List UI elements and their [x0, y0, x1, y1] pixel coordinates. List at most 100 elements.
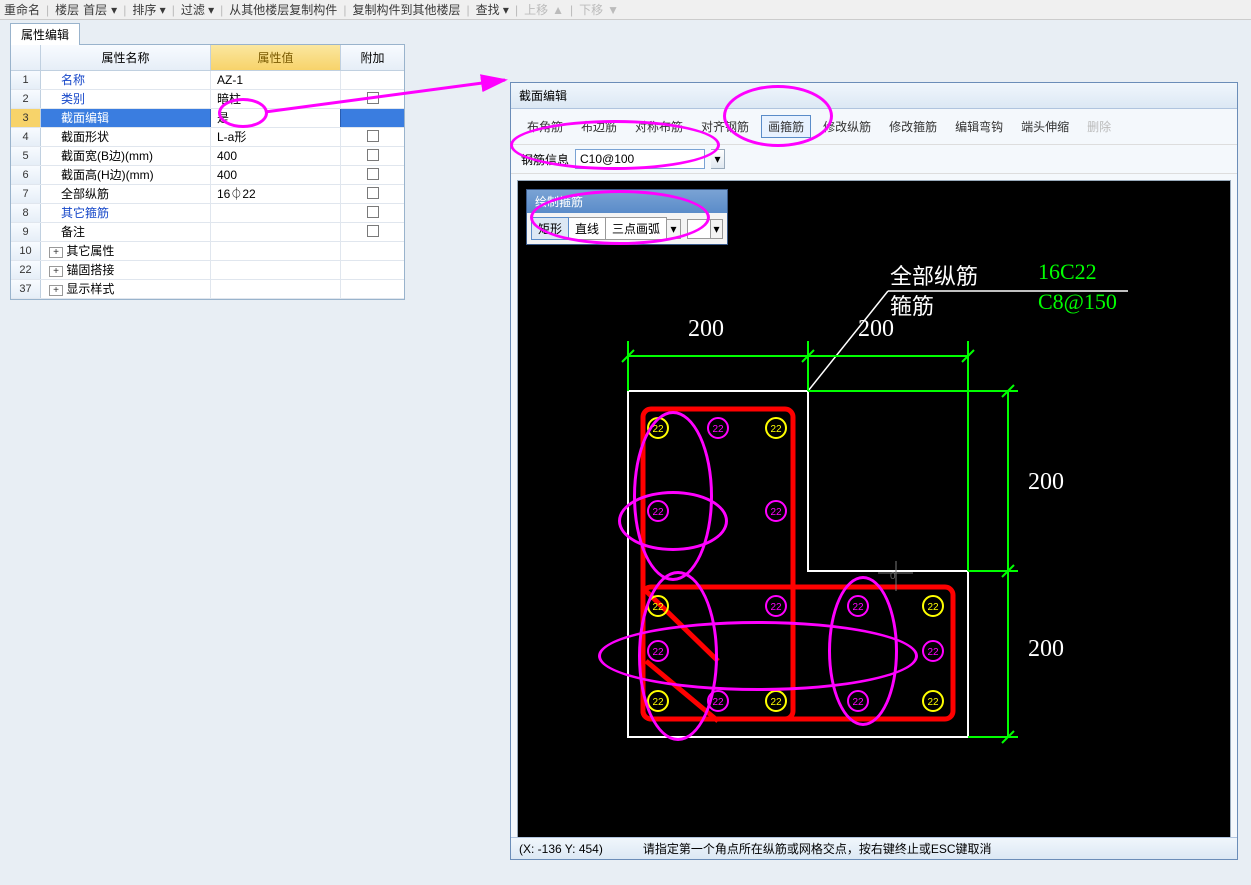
status-hint: 请指定第一个角点所在纵筋或网格交点，按右键终止或ESC键取消 — [643, 840, 992, 857]
tool-align-bar[interactable]: 对齐钢筋 — [695, 116, 755, 137]
property-row[interactable]: 8 其它箍筋 — [11, 204, 404, 223]
dim-top-2: 200 — [858, 316, 894, 343]
extra-check[interactable] — [367, 225, 379, 237]
rebar-info-dd[interactable]: ▾ — [711, 149, 725, 169]
canvas-val-longbar: 16C22 — [1038, 259, 1097, 285]
prop-name: 其它箍筋 — [41, 204, 211, 222]
prop-value[interactable]: L-a形 — [211, 128, 341, 146]
prop-name: + 显示样式 — [41, 280, 211, 298]
copy-to-btn[interactable]: 复制构件到其他楼层 — [352, 1, 460, 18]
extra-check[interactable] — [367, 149, 379, 161]
svg-text:22: 22 — [927, 647, 939, 658]
section-svg: 22222222222222222222222222222222 0 — [518, 181, 1234, 847]
prop-value[interactable]: 400 — [211, 147, 341, 165]
prop-value[interactable]: 400 — [211, 166, 341, 184]
property-row[interactable]: 1 名称AZ-1 — [11, 71, 404, 90]
prop-name: 备注 — [41, 223, 211, 241]
svg-text:22: 22 — [652, 602, 664, 613]
property-row[interactable]: 2 类别暗柱 — [11, 90, 404, 109]
tool-draw-stirrup[interactable]: 画箍筋 — [761, 115, 811, 138]
col-extra[interactable]: 附加 — [341, 45, 404, 70]
floor-select[interactable]: 首层 — [83, 1, 107, 18]
section-canvas[interactable]: 绘制箍筋 矩形 直线 三点画弧 ▾ ▾ 22222222222222222222… — [517, 180, 1231, 848]
prop-value[interactable]: 16⏀22 — [211, 185, 341, 203]
section-editor-panel: 截面编辑 布角筋 布边筋 对称布筋 对齐钢筋 画箍筋 修改纵筋 修改箍筋 编辑弯… — [510, 82, 1238, 860]
tool-edge-bar[interactable]: 布边筋 — [575, 116, 623, 137]
prop-name: + 锚固搭接 — [41, 261, 211, 279]
tool-mod-long[interactable]: 修改纵筋 — [817, 116, 877, 137]
tool-edit-hook[interactable]: 编辑弯钩 — [949, 116, 1009, 137]
dim-right-2: 200 — [1028, 636, 1064, 663]
prop-name: 全部纵筋 — [41, 185, 211, 203]
status-bar: (X: -136 Y: 454) 请指定第一个角点所在纵筋或网格交点，按右键终止… — [511, 837, 1237, 859]
rebar-info-input[interactable] — [575, 149, 705, 169]
property-row[interactable]: 5 截面宽(B边)(mm)400 — [11, 147, 404, 166]
property-panel: 属性编辑 属性名称 属性值 附加 1 名称AZ-12 类别暗柱3 截面编辑是4 … — [10, 22, 405, 300]
extra-check[interactable] — [367, 130, 379, 142]
svg-text:22: 22 — [852, 602, 864, 613]
property-row[interactable]: 9 备注 — [11, 223, 404, 242]
expand-icon[interactable]: + — [49, 247, 63, 258]
extra-check[interactable] — [367, 187, 379, 199]
col-name[interactable]: 属性名称 — [41, 45, 211, 70]
prop-value[interactable]: AZ-1 — [211, 71, 341, 89]
canvas-label-longbar: 全部纵筋 — [890, 259, 978, 291]
property-row[interactable]: 4 截面形状L-a形 — [11, 128, 404, 147]
extra-check[interactable] — [367, 92, 379, 104]
property-row[interactable]: 6 截面高(H边)(mm)400 — [11, 166, 404, 185]
rebar-info-label: 钢筋信息 — [521, 151, 569, 168]
floor-dd-icon[interactable]: ▾ — [111, 3, 117, 17]
prop-value[interactable]: 暗柱 — [211, 90, 341, 108]
property-row[interactable]: 7 全部纵筋16⏀22 — [11, 185, 404, 204]
tool-corner-bar[interactable]: 布角筋 — [521, 116, 569, 137]
sort-btn[interactable]: 排序 ▾ — [132, 1, 165, 18]
prop-value[interactable] — [211, 261, 341, 279]
prop-value[interactable] — [211, 242, 341, 260]
move-down-btn: 下移 — [579, 1, 603, 18]
filter-btn[interactable]: 过滤 ▾ — [181, 1, 214, 18]
prop-name: + 其它属性 — [41, 242, 211, 260]
dim-top-1: 200 — [688, 316, 724, 343]
rename-btn[interactable]: 重命名 — [4, 1, 40, 18]
tool-mod-stirrup[interactable]: 修改箍筋 — [883, 116, 943, 137]
copy-from-btn[interactable]: 从其他楼层复制构件 — [229, 1, 337, 18]
dim-right-1: 200 — [1028, 469, 1064, 496]
expand-icon[interactable]: + — [49, 266, 63, 277]
svg-text:22: 22 — [770, 424, 782, 435]
prop-name: 截面宽(B边)(mm) — [41, 147, 211, 165]
canvas-label-stirrup: 箍筋 — [890, 289, 934, 321]
svg-text:22: 22 — [927, 697, 939, 708]
svg-text:22: 22 — [652, 697, 664, 708]
svg-text:22: 22 — [652, 507, 664, 518]
svg-text:22: 22 — [927, 602, 939, 613]
prop-value[interactable] — [211, 204, 341, 222]
tool-end-stretch[interactable]: 端头伸缩 — [1015, 116, 1075, 137]
prop-value[interactable] — [211, 280, 341, 298]
property-row[interactable]: 22+ 锚固搭接 — [11, 261, 404, 280]
section-editor-title: 截面编辑 — [511, 83, 1237, 109]
property-row[interactable]: 37+ 显示样式 — [11, 280, 404, 299]
svg-text:22: 22 — [712, 424, 724, 435]
prop-value[interactable] — [211, 223, 341, 241]
move-up-btn: 上移 — [524, 1, 548, 18]
expand-icon[interactable]: + — [49, 285, 63, 296]
property-row[interactable]: 10+ 其它属性 — [11, 242, 404, 261]
prop-name: 截面编辑 — [41, 109, 211, 127]
find-btn[interactable]: 查找 ▾ — [476, 1, 509, 18]
tool-sym-bar[interactable]: 对称布筋 — [629, 116, 689, 137]
svg-text:22: 22 — [770, 507, 782, 518]
svg-text:22: 22 — [712, 697, 724, 708]
prop-name: 名称 — [41, 71, 211, 89]
canvas-val-stirrup: C8@150 — [1038, 289, 1117, 315]
tool-delete: 删除 — [1081, 116, 1117, 137]
svg-text:22: 22 — [770, 602, 782, 613]
svg-text:22: 22 — [770, 697, 782, 708]
property-tab[interactable]: 属性编辑 — [10, 23, 80, 45]
col-value[interactable]: 属性值 — [211, 45, 341, 70]
prop-value[interactable]: 是 — [211, 109, 341, 127]
extra-check[interactable] — [367, 206, 379, 218]
prop-name: 截面形状 — [41, 128, 211, 146]
property-row[interactable]: 3 截面编辑是 — [11, 109, 404, 128]
floor-label: 楼层 — [55, 1, 79, 18]
extra-check[interactable] — [367, 168, 379, 180]
